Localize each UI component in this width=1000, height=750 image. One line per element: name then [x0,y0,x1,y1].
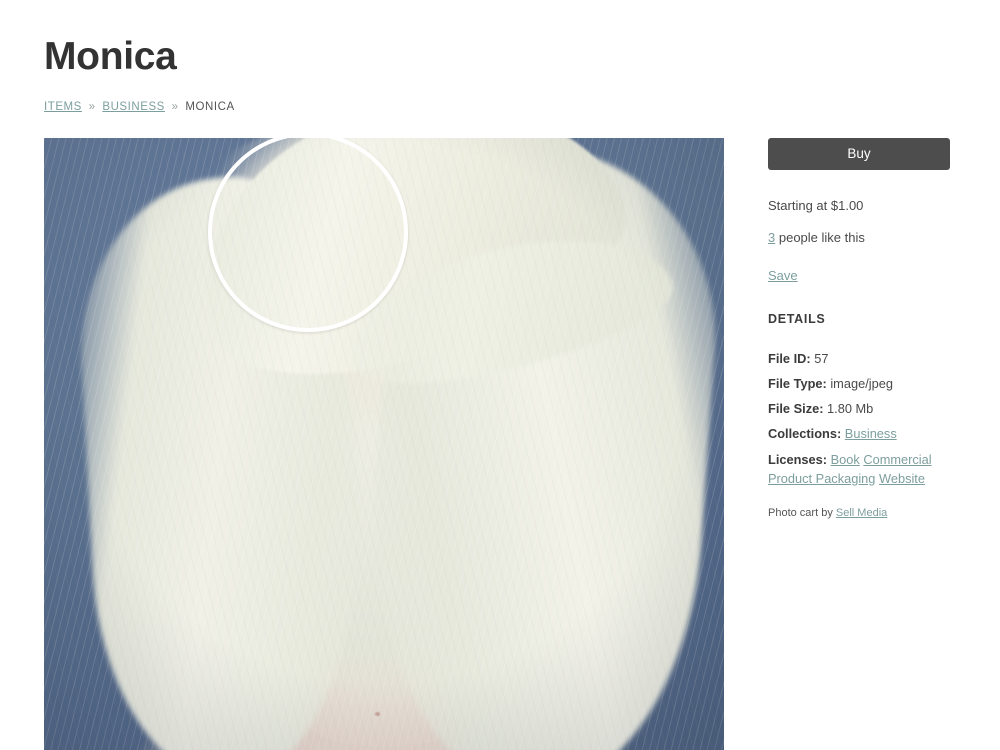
save-row: Save [768,267,958,285]
breadcrumb-item-business[interactable]: BUSINESS [102,101,165,113]
details-heading: DETAILS [768,312,826,326]
details-list: File ID: 57 File Type: image/jpeg File S… [768,350,958,488]
detail-value: 1.80 Mb [827,401,874,416]
magnifier-lens-icon[interactable] [208,138,408,332]
license-link-product-packaging[interactable]: Product Packaging [768,471,875,486]
likes-count-link[interactable]: 3 [768,230,775,245]
detail-label: Collections: [768,426,842,441]
save-link[interactable]: Save [768,268,798,283]
detail-label: File ID: [768,351,811,366]
license-link-commercial[interactable]: Commercial [863,452,931,467]
page-title: Monica [44,35,177,78]
credit-link-sell-media[interactable]: Sell Media [836,507,887,519]
detail-row-licenses: Licenses: Book Commercial Product Packag… [768,450,958,488]
product-sidebar: Buy Starting at $1.00 3 people like this… [768,138,958,521]
detail-row-file-size: File Size: 1.80 Mb [768,400,958,418]
breadcrumb: ITEMS » BUSINESS » MONICA [44,100,235,114]
detail-row-collections: Collections: Business [768,425,958,443]
likes-label: people like this [778,230,865,245]
detail-value: image/jpeg [830,376,893,391]
product-page: Monica ITEMS » BUSINESS » MONICA Buy Sta… [0,0,1000,750]
likes-row: 3 people like this [768,229,958,247]
breadcrumb-separator: » [88,101,96,113]
license-link-book[interactable]: Book [831,452,860,467]
license-link-website[interactable]: Website [879,471,925,486]
product-photo[interactable] [44,138,724,750]
breadcrumb-separator: » [171,101,179,113]
credit-prefix: Photo cart by [768,507,833,519]
detail-row-file-type: File Type: image/jpeg [768,375,958,393]
breadcrumb-item-current: MONICA [185,101,235,113]
detail-value: 57 [814,351,829,366]
price-text: Starting at $1.00 [768,198,864,213]
detail-row-file-id: File ID: 57 [768,350,958,368]
collection-link-business[interactable]: Business [845,426,897,441]
buy-button[interactable]: Buy [768,138,950,170]
breadcrumb-item-items[interactable]: ITEMS [44,101,82,113]
detail-label: File Type: [768,376,827,391]
detail-label: Licenses: [768,452,828,467]
detail-label: File Size: [768,401,824,416]
credit-line: Photo cart by Sell Media [768,505,958,521]
